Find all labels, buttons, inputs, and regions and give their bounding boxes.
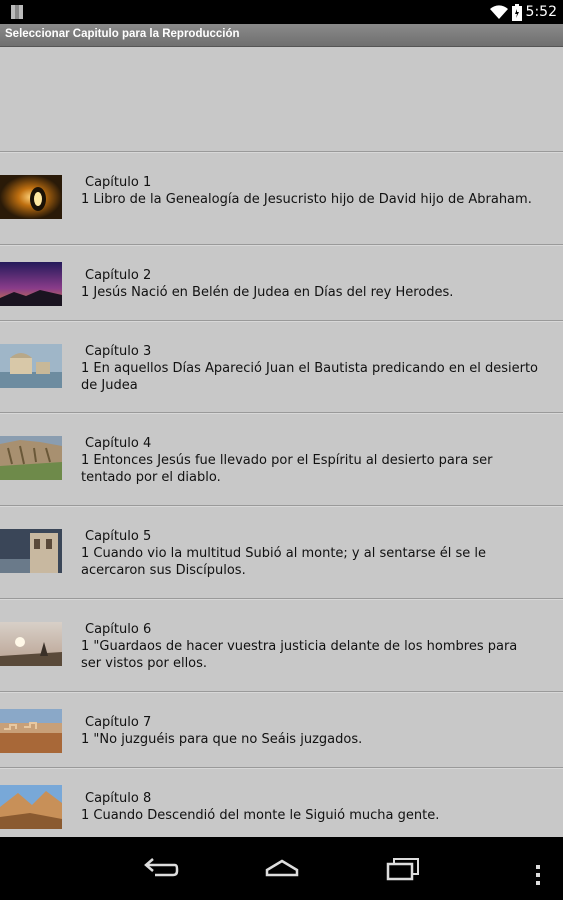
page-title: Seleccionar Capitulo para la Reproducció… — [5, 28, 240, 40]
menu-icon[interactable] — [534, 865, 542, 889]
notification-icon — [11, 5, 23, 19]
chapter-title: Capítulo 6 — [85, 622, 152, 637]
status-bar: 5:52 — [0, 0, 563, 24]
sunrise-image — [0, 622, 62, 666]
night-sky-image — [0, 262, 62, 306]
chapter-title: Capítulo 8 — [85, 791, 152, 806]
rock-cliff-image — [0, 436, 62, 480]
chapter-row-5[interactable]: Capítulo 5 1 Cuando vio la multitud Subi… — [0, 506, 563, 599]
building-image — [0, 529, 62, 573]
battery-icon — [511, 3, 522, 21]
wifi-icon — [489, 5, 508, 19]
navigation-bar — [0, 837, 563, 900]
chapter-description: 1 Libro de la Genealogía de Jesucristo h… — [81, 192, 532, 207]
clock: 5:52 — [525, 4, 557, 20]
home-icon[interactable] — [264, 857, 300, 879]
chapter-title: Capítulo 1 — [85, 175, 152, 190]
chapter-row-1[interactable]: Capítulo 1 1 Libro de la Genealogía de J… — [0, 152, 563, 245]
chapter-description: 1 Entonces Jesús fue llevado por el Espí… — [81, 453, 493, 485]
header-spacer — [0, 47, 563, 152]
title-bar: Seleccionar Capitulo para la Reproducció… — [0, 24, 563, 47]
chapter-description: 1 En aquellos Días Apareció Juan el Baut… — [81, 361, 538, 393]
chapter-row-6[interactable]: Capítulo 6 1 "Guardaos de hacer vuestra … — [0, 599, 563, 692]
chapter-row-3[interactable]: Capítulo 3 1 En aquellos Días Apareció J… — [0, 321, 563, 413]
tunnel-light-image — [0, 175, 62, 219]
chapter-row-4[interactable]: Capítulo 4 1 Entonces Jesús fue llevado … — [0, 413, 563, 506]
back-icon[interactable] — [143, 857, 179, 879]
chapter-row-2[interactable]: Capítulo 2 1 Jesús Nació en Belén de Jud… — [0, 245, 563, 321]
chapter-title: Capítulo 7 — [85, 715, 152, 730]
chapter-list: Capítulo 1 1 Libro de la Genealogía de J… — [0, 47, 563, 837]
mountain-image — [0, 785, 62, 829]
chapter-description: 1 Cuando vio la multitud Subió al monte;… — [81, 546, 487, 578]
chapter-title: Capítulo 4 — [85, 436, 152, 451]
chapter-title: Capítulo 3 — [85, 344, 152, 359]
chapter-description: 1 Cuando Descendió del monte le Siguió m… — [81, 808, 440, 823]
chapter-row-7[interactable]: Capítulo 7 1 "No juzguéis para que no Se… — [0, 692, 563, 768]
coastal-town-image — [0, 344, 62, 388]
chapter-description: 1 "Guardaos de hacer vuestra justicia de… — [81, 639, 518, 671]
chapter-title: Capítulo 2 — [85, 268, 152, 283]
chapter-description: 1 Jesús Nació en Belén de Judea en Días … — [81, 285, 454, 300]
recent-apps-icon[interactable] — [386, 857, 420, 881]
chapter-description: 1 "No juzguéis para que no Seáis juzgado… — [81, 732, 363, 747]
desert-city-image — [0, 709, 62, 753]
chapter-title: Capítulo 5 — [85, 529, 152, 544]
chapter-row-8[interactable]: Capítulo 8 1 Cuando Descendió del monte … — [0, 768, 563, 837]
